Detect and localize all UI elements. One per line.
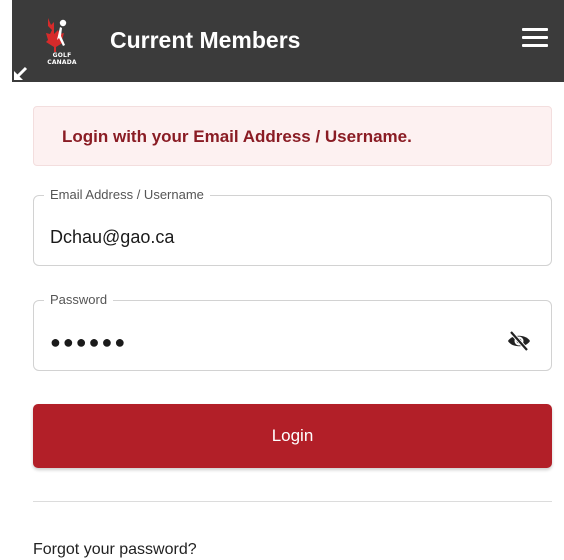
login-alert: Login with your Email Address / Username… <box>33 106 552 166</box>
hamburger-menu-icon[interactable] <box>522 28 550 54</box>
login-button[interactable]: Login <box>33 404 552 468</box>
eye-slash-icon[interactable] <box>507 329 531 353</box>
email-field-label: Email Address / Username <box>44 187 210 203</box>
forgot-password-link[interactable]: Forgot your password? <box>33 540 197 560</box>
app-header: GOLF CANADA Current Members <box>12 0 564 82</box>
maple-leaf-logo-graphic <box>46 18 67 52</box>
email-input[interactable] <box>50 226 490 248</box>
login-page: GOLF CANADA Current Members Login with y… <box>0 0 564 560</box>
golf-canada-logo[interactable]: GOLF CANADA <box>34 14 78 66</box>
email-field[interactable]: Email Address / Username <box>33 187 552 266</box>
arrow-down-left-icon[interactable] <box>12 66 28 82</box>
password-field-label: Password <box>44 292 114 308</box>
alert-message: Login with your Email Address / Username… <box>62 127 412 146</box>
password-field[interactable]: Password ●●●●●● <box>33 292 552 371</box>
divider <box>33 501 552 502</box>
logo-text: GOLF CANADA <box>47 52 77 66</box>
password-input[interactable]: ●●●●●● <box>50 331 127 353</box>
page-title: Current Members <box>110 27 301 53</box>
